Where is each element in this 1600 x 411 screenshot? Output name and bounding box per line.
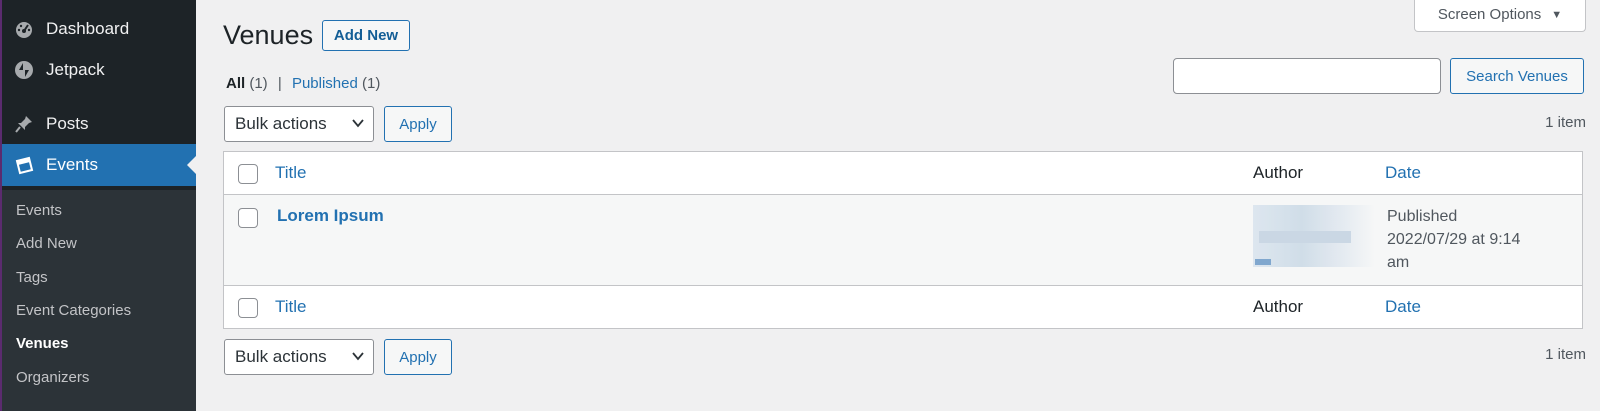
sidebar-item-label: Dashboard [46, 19, 130, 38]
chevron-down-icon [352, 119, 364, 128]
submenu-item-tags[interactable]: Tags [16, 269, 48, 286]
bulk-actions-select[interactable]: Bulk actions [224, 106, 374, 142]
sidebar-item-label: Posts [46, 114, 89, 133]
status-filters: All (1) | Published (1) [226, 75, 380, 92]
search-venues-button[interactable]: Search Venues [1450, 58, 1584, 94]
bulk-actions-value: Bulk actions [235, 114, 327, 133]
apply-button-bottom[interactable]: Apply [384, 339, 452, 375]
filter-all-count: (1) [249, 75, 268, 92]
filter-published-count: (1) [362, 75, 381, 92]
submenu-item-events[interactable]: Events [16, 202, 62, 219]
sidebar-item-jetpack[interactable]: Jetpack [2, 49, 196, 91]
sidebar-item-dashboard[interactable]: Dashboard [2, 8, 196, 50]
bulk-actions-select-bottom[interactable]: Bulk actions [224, 339, 374, 375]
admin-sidebar: Dashboard Jetpack Posts Events Events Ad… [0, 0, 196, 411]
pin-icon [2, 114, 46, 134]
caret-down-icon: ▼ [1551, 8, 1563, 21]
items-count: 1 item [1545, 114, 1586, 131]
column-title[interactable]: Title [275, 163, 307, 183]
filter-published[interactable]: Published [292, 75, 358, 92]
filter-all[interactable]: All [226, 75, 245, 92]
screen-options-label: Screen Options [1437, 6, 1542, 23]
dashboard-icon [2, 19, 46, 39]
screen-options-button[interactable]: Screen Options ▼ [1414, 0, 1586, 32]
select-all-checkbox[interactable] [238, 164, 258, 184]
jetpack-icon [2, 60, 46, 80]
events-submenu: Events Add New Tags Event Categories Ven… [2, 190, 196, 411]
column-author-footer: Author [1253, 297, 1304, 316]
sidebar-item-label: Jetpack [46, 60, 105, 79]
column-date-footer[interactable]: Date [1385, 297, 1421, 317]
post-date-suffix: am [1387, 254, 1410, 271]
venue-title-link[interactable]: Lorem Ipsum [277, 206, 384, 226]
page-title: Venues [223, 20, 314, 50]
submenu-item-venues[interactable]: Venues [16, 335, 69, 352]
chevron-down-icon [352, 352, 364, 361]
filter-separator: | [277, 75, 282, 92]
submenu-item-event-categories[interactable]: Event Categories [16, 302, 131, 319]
row-checkbox[interactable] [238, 208, 258, 228]
sidebar-item-label: Events [46, 155, 98, 174]
select-all-checkbox-footer[interactable] [238, 298, 258, 318]
add-new-button[interactable]: Add New [322, 20, 410, 51]
table-header: Title Author Date [224, 152, 1582, 195]
table-row: Lorem Ipsum Published 2022/07/29 at 9:14… [224, 195, 1582, 285]
sidebar-item-events[interactable]: Events [2, 144, 196, 186]
post-status: Published [1387, 208, 1458, 225]
items-count-bottom: 1 item [1545, 346, 1586, 363]
apply-button[interactable]: Apply [384, 106, 452, 142]
search-input[interactable] [1173, 58, 1441, 94]
main-content: Screen Options ▼ Venues Add New All (1) … [196, 0, 1600, 411]
author-redacted [1253, 205, 1375, 267]
post-date: 2022/07/29 at 9:14 [1387, 231, 1521, 248]
column-title-footer[interactable]: Title [275, 297, 307, 317]
calendar-icon [2, 155, 46, 175]
venues-table: Title Author Date Lorem Ipsum Published … [223, 151, 1583, 329]
column-author: Author [1253, 163, 1304, 182]
sidebar-item-posts[interactable]: Posts [2, 103, 196, 145]
table-footer: Title Author Date [224, 285, 1582, 328]
bulk-actions-value: Bulk actions [235, 347, 327, 366]
date-cell: Published 2022/07/29 at 9:14 am [1387, 205, 1562, 274]
submenu-item-organizers[interactable]: Organizers [16, 369, 89, 386]
column-date[interactable]: Date [1385, 163, 1421, 183]
submenu-item-add-new[interactable]: Add New [16, 235, 77, 252]
